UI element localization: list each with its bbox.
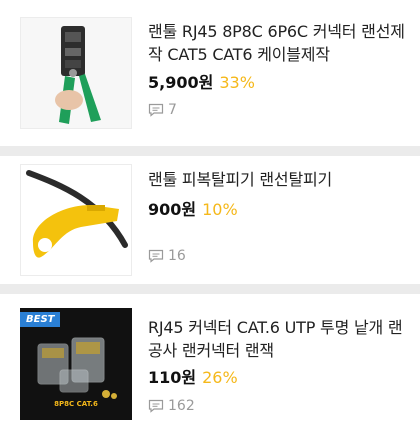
review-count-value: 16 [168, 248, 186, 264]
product-thumbnail[interactable] [20, 17, 132, 129]
section-divider [0, 146, 420, 156]
review-count[interactable]: 162 [148, 398, 195, 414]
comment-icon [148, 399, 164, 413]
product-title[interactable]: RJ45 커넥터 CAT.6 UTP 투명 낱개 랜공사 랜커넥터 랜잭 [148, 316, 410, 362]
crimping-tool-icon [21, 18, 131, 128]
product-thumbnail[interactable] [20, 164, 132, 276]
product-card[interactable]: 랜툴 피복탈피기 랜선탈피기 900원 10% 16 [0, 156, 420, 284]
review-count-value: 7 [168, 102, 177, 118]
discount-rate: 26% [202, 368, 238, 387]
product-title[interactable]: 랜툴 RJ45 8P8C 6P6C 커넥터 랜선제작 CAT5 CAT6 케이블… [148, 20, 410, 66]
price-row: 5,900원 33% [148, 73, 255, 93]
product-price: 5,900원 [148, 73, 214, 92]
cable-stripper-icon [21, 165, 131, 275]
review-count[interactable]: 16 [148, 248, 186, 264]
price-row: 900원 10% [148, 200, 238, 220]
product-card[interactable]: 랜툴 RJ45 8P8C 6P6C 커넥터 랜선제작 CAT5 CAT6 케이블… [0, 0, 420, 146]
comment-icon [148, 103, 164, 117]
review-count-value: 162 [168, 398, 195, 414]
product-thumbnail[interactable]: BEST 8P8C CAT.6 [20, 308, 132, 420]
comment-icon [148, 249, 164, 263]
price-row: 110원 26% [148, 368, 238, 388]
product-price: 900원 [148, 200, 197, 219]
best-badge: BEST [20, 312, 61, 327]
product-title[interactable]: 랜툴 피복탈피기 랜선탈피기 [148, 168, 410, 191]
discount-rate: 33% [219, 73, 255, 92]
image-caption: 8P8C CAT.6 [54, 400, 98, 408]
discount-rate: 10% [202, 200, 238, 219]
product-price: 110원 [148, 368, 197, 387]
review-count[interactable]: 7 [148, 102, 177, 118]
section-divider [0, 284, 420, 294]
product-card[interactable]: BEST 8P8C CAT.6 RJ45 커넥터 CAT.6 UTP 투명 낱개… [0, 294, 420, 436]
